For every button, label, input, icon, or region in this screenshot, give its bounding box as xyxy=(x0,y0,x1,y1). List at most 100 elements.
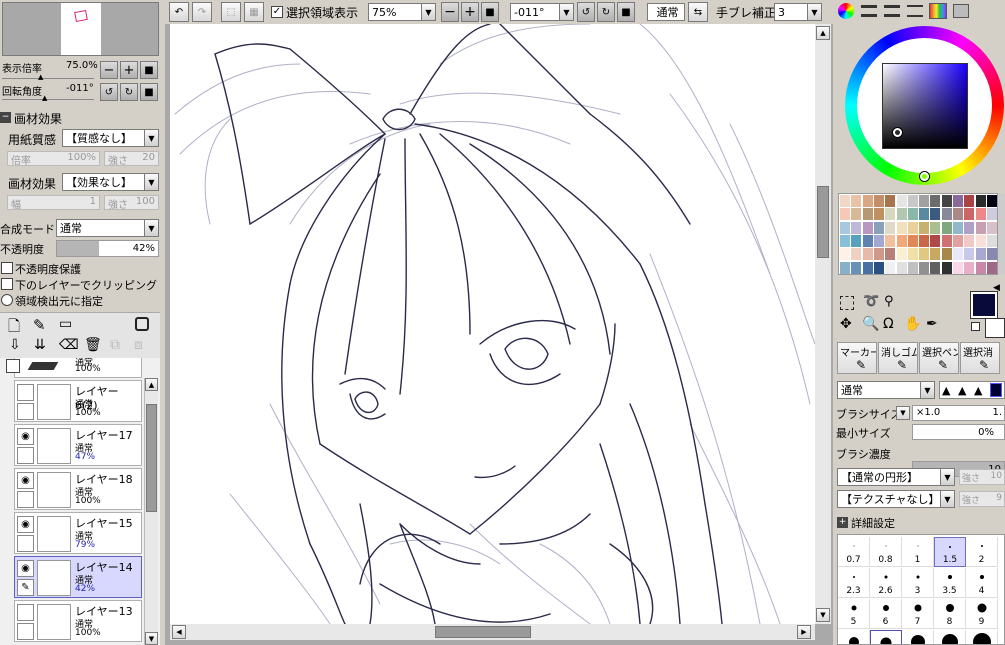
color-swatch[interactable] xyxy=(975,248,986,261)
color-swatch[interactable] xyxy=(941,208,952,221)
color-wheel-tab-icon[interactable] xyxy=(838,3,854,19)
color-swatch[interactable] xyxy=(930,221,941,234)
color-swatch[interactable] xyxy=(840,234,850,247)
color-swatch[interactable] xyxy=(964,248,975,261)
color-swatch[interactable] xyxy=(964,208,975,221)
color-swatch[interactable] xyxy=(840,195,850,207)
min-size-slider[interactable]: 0% xyxy=(912,424,1005,440)
layer-settings-icon[interactable] xyxy=(135,317,149,331)
nav-zoom-reset-button[interactable]: ■ xyxy=(140,61,158,79)
rotate-slider[interactable]: ▲ xyxy=(2,94,94,102)
move-icon[interactable]: ✥ xyxy=(840,316,852,332)
merge-down-icon[interactable]: ⇊ xyxy=(34,337,46,353)
rotation-select[interactable]: -011° ▼ xyxy=(510,3,574,21)
color-swatch[interactable] xyxy=(953,261,963,274)
color-swatch[interactable] xyxy=(862,221,873,234)
brush-size-grid[interactable]: 0.7 0.8 1 1.5 2 2.3 2.6 3 3.5 4 5 6 7 8 9 xyxy=(837,534,1005,645)
color-swatch[interactable] xyxy=(862,195,873,207)
rect-select-icon[interactable] xyxy=(840,296,854,310)
color-swatch[interactable] xyxy=(907,248,918,261)
scroll-down-button[interactable]: ▼ xyxy=(145,632,158,645)
color-swatch[interactable] xyxy=(840,208,850,221)
color-swatch[interactable] xyxy=(896,261,907,274)
color-swatch[interactable] xyxy=(975,234,986,247)
color-swatch[interactable] xyxy=(840,221,850,234)
color-swatch[interactable] xyxy=(885,195,896,207)
deselect-button[interactable]: ⬚ xyxy=(221,2,241,22)
brush-size-cell[interactable]: 7 xyxy=(902,599,934,629)
edge-flat-icon[interactable] xyxy=(990,383,1002,397)
tool-preset[interactable]: マーカー ✎ xyxy=(837,342,877,374)
tool-preset[interactable]: 消しゴム ✎ xyxy=(878,342,918,374)
color-swatch[interactable] xyxy=(930,234,941,247)
primary-color-box[interactable] xyxy=(970,291,998,319)
paper-texture-select[interactable]: 【質感なし】 ▼ xyxy=(62,129,159,147)
clip-below-checkbox[interactable] xyxy=(1,278,13,290)
color-swatch[interactable] xyxy=(862,261,873,274)
stabilizer-select[interactable]: 3 ▼ xyxy=(774,3,822,21)
brush-size-cell[interactable]: 0.8 xyxy=(870,537,902,567)
color-swatch[interactable] xyxy=(941,248,952,261)
pencil-icon[interactable]: ✎ xyxy=(17,579,34,596)
canvas-area[interactable]: ▲ ▼ ◀ ▶ xyxy=(165,24,833,645)
canvas-vscroll[interactable]: ▲ ▼ xyxy=(815,24,831,624)
sv-square[interactable] xyxy=(882,63,968,149)
brush-size-cell[interactable]: 4 xyxy=(966,568,998,598)
layer-item[interactable]: レイヤー13 通常 100% xyxy=(14,600,142,642)
paper-strength-field[interactable]: 強さ 20 xyxy=(104,151,159,167)
brush-shape-select[interactable]: 【通常の円形】 ▼ xyxy=(837,468,955,486)
magic-wand-icon[interactable]: ⚲ xyxy=(884,294,894,309)
color-swatch[interactable] xyxy=(919,248,930,261)
color-swatch[interactable] xyxy=(862,248,873,261)
color-swatch[interactable] xyxy=(941,234,952,247)
swatch-tab-icon[interactable] xyxy=(929,3,947,19)
color-swatch[interactable] xyxy=(851,221,862,234)
zoom-reset-button[interactable]: ■ xyxy=(481,2,499,22)
nav-rotate-left-button[interactable]: ↺ xyxy=(100,83,118,101)
texture-section-header[interactable]: − 画材効果 xyxy=(0,110,160,126)
lasso-icon[interactable]: ➰ xyxy=(863,294,879,309)
lock-box-icon[interactable] xyxy=(17,535,34,552)
brush-size-cell[interactable]: 3 xyxy=(902,568,934,598)
rotate-left-button[interactable]: ↺ xyxy=(577,2,595,22)
zoom-tool-icon[interactable]: 🔍 xyxy=(862,316,879,332)
color-swatch[interactable] xyxy=(851,248,862,261)
lock-box-icon[interactable] xyxy=(17,403,34,420)
rotate-right-button[interactable]: ↻ xyxy=(597,2,615,22)
brush-size-cell[interactable]: 1.5 xyxy=(934,537,966,567)
color-swatch[interactable] xyxy=(873,248,884,261)
brush-size-cell[interactable]: 2 xyxy=(966,537,998,567)
color-swatch[interactable] xyxy=(896,234,907,247)
color-swatch[interactable] xyxy=(873,261,884,274)
reset-colors-icon[interactable] xyxy=(971,322,980,331)
color-swatch[interactable] xyxy=(851,195,862,207)
color-swatch[interactable] xyxy=(964,195,975,207)
canvas[interactable] xyxy=(170,24,815,624)
color-swatch[interactable] xyxy=(953,221,963,234)
brush-size-cell[interactable]: 1 xyxy=(902,537,934,567)
layer-scrollbar[interactable]: ▲ ▼ xyxy=(144,378,158,645)
color-swatch[interactable] xyxy=(885,234,896,247)
color-swatch[interactable] xyxy=(907,221,918,234)
eye-icon[interactable]: ◉ xyxy=(17,560,34,577)
scroll-up-button[interactable]: ▲ xyxy=(145,378,158,391)
merge-all-icon[interactable]: ⧈ xyxy=(134,337,143,353)
color-swatch[interactable] xyxy=(885,208,896,221)
tool-preset[interactable]: 選択消 ✎ xyxy=(960,342,1000,374)
color-swatch[interactable] xyxy=(896,248,907,261)
trash-icon[interactable]: 🗑 xyxy=(84,337,102,353)
color-swatch[interactable] xyxy=(986,221,997,234)
zoom-in-button[interactable]: + xyxy=(461,2,479,22)
nav-rotate-right-button[interactable]: ↻ xyxy=(120,83,138,101)
color-swatch[interactable] xyxy=(986,195,997,207)
canvas-hscroll[interactable]: ◀ ▶ xyxy=(170,624,815,640)
brush-size-cell[interactable]: 3.5 xyxy=(934,568,966,598)
scroll-thumb[interactable] xyxy=(146,404,157,512)
nav-rotate-reset-button[interactable]: ■ xyxy=(140,83,158,101)
color-swatch[interactable] xyxy=(885,221,896,234)
color-swatch[interactable] xyxy=(907,261,918,274)
hscroll-right-button[interactable]: ▶ xyxy=(797,625,811,639)
texture-strength-field[interactable]: 強さ 9 xyxy=(959,491,1005,507)
eye-hidden-icon[interactable] xyxy=(17,604,34,621)
transfer-down-icon[interactable]: ⇩ xyxy=(9,337,21,353)
